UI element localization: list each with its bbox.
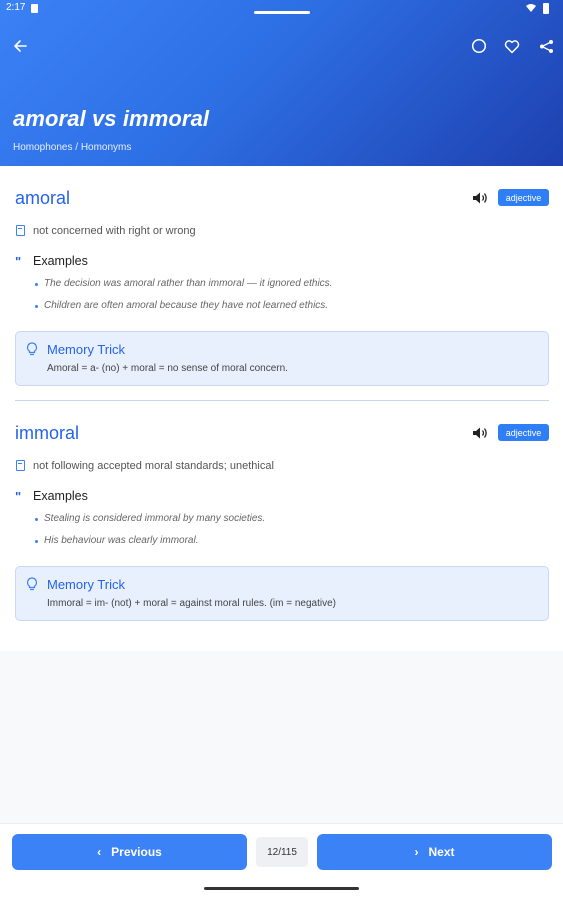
example-text: The decision was amoral rather than immo…: [44, 278, 333, 289]
divider: [15, 400, 549, 401]
memory-trick-box: Memory Trick Amoral = a- (no) + moral = …: [15, 331, 549, 386]
word-title: amoral: [15, 188, 71, 208]
share-button[interactable]: [536, 36, 556, 56]
examples-label: Examples: [33, 254, 88, 268]
example-text: His behaviour was clearly immoral.: [44, 535, 199, 546]
battery-icon: [543, 3, 549, 14]
example-text: Stealing is considered immoral by many s…: [44, 513, 266, 524]
part-of-speech-badge: adjective: [498, 424, 549, 441]
home-indicator: [204, 887, 359, 890]
next-label: Next: [428, 845, 455, 859]
memory-trick-label: Memory Trick: [47, 577, 125, 592]
chevron-right-icon: ›: [414, 845, 419, 859]
lightbulb-icon: [26, 577, 38, 591]
wifi-icon: [526, 4, 536, 12]
example-bullet: [35, 540, 38, 543]
part-of-speech-badge: adjective: [498, 189, 549, 206]
quote-icon: ": [15, 254, 22, 269]
status-bar: 2:17: [0, 0, 563, 18]
memory-trick-label: Memory Trick: [47, 342, 125, 357]
example-bullet: [35, 305, 38, 308]
book-icon: [16, 460, 25, 471]
back-button[interactable]: [10, 36, 30, 56]
sd-card-icon: [31, 4, 38, 13]
speaker-icon[interactable]: [472, 191, 488, 205]
content-card: amoral adjective not concerned with righ…: [0, 166, 563, 651]
bottom-navigation: ‹ Previous 12/115 › Next: [0, 823, 563, 900]
header: 2:17 amoral vs immoral Homophones / Homo…: [0, 0, 563, 166]
example-bullet: [35, 283, 38, 286]
next-button[interactable]: › Next: [317, 834, 552, 870]
screen: 2:17 amoral vs immoral Homophones / Homo…: [0, 0, 563, 900]
example-bullet: [35, 518, 38, 521]
page-subtitle: Homophones / Homonyms: [13, 142, 132, 153]
memory-trick-box: Memory Trick Immoral = im- (not) + moral…: [15, 566, 549, 621]
lightbulb-icon: [26, 342, 38, 356]
heart-icon: [504, 39, 520, 53]
previous-button[interactable]: ‹ Previous: [12, 834, 247, 870]
definition-text: not following accepted moral standards; …: [33, 460, 274, 472]
quote-icon: ": [15, 489, 22, 504]
speaker-icon[interactable]: [472, 426, 488, 440]
chevron-left-icon: ‹: [97, 845, 102, 859]
definition-text: not concerned with right or wrong: [33, 225, 196, 237]
word-title: immoral: [15, 423, 80, 443]
page-counter: 12/115: [256, 837, 308, 867]
favorite-button[interactable]: [502, 36, 522, 56]
circle-button[interactable]: [469, 36, 489, 56]
circle-icon: [471, 38, 487, 54]
status-time: 2:17: [6, 2, 26, 13]
examples-label: Examples: [33, 489, 88, 503]
drag-handle: [254, 11, 310, 14]
example-text: Children are often amoral because they h…: [44, 300, 329, 311]
memory-trick-text: Immoral = im- (not) + moral = against mo…: [47, 598, 336, 609]
share-icon: [539, 39, 553, 53]
arrow-left-icon: [14, 40, 27, 52]
book-icon: [16, 225, 25, 236]
previous-label: Previous: [111, 845, 162, 859]
page-title: amoral vs immoral: [13, 106, 210, 131]
memory-trick-text: Amoral = a- (no) + moral = no sense of m…: [47, 363, 288, 374]
